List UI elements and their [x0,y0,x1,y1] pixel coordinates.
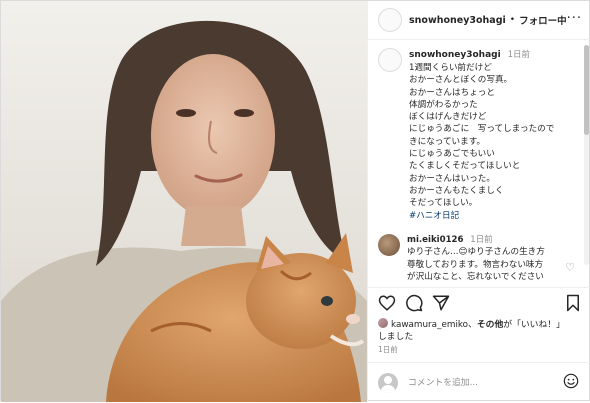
separator-dot: • [509,15,516,25]
likes-summary: kawamura_emiko、その他が「いいね！」 しました [378,318,583,343]
comment-item: mi.eiki0126 1日前 ゆり子さん…😊ゆり子さんの生き方 尊敬しておりま… [378,234,583,283]
comment-line: 尊敬しております。物言わない味方 [407,259,544,270]
comment-line: が沢山なこと、忘れないでください [407,271,544,282]
caption-line: 1週間くらい前だけど [409,63,492,73]
comment-icon[interactable] [405,294,423,312]
post-header: snowhoney3ohagi • フォロー中 ··· [368,1,590,40]
comment-time: 1日前 [470,235,493,245]
emoji-icon[interactable] [563,373,579,389]
author-avatar[interactable] [378,8,402,32]
caption-line: 体調がわるかった [409,99,478,110]
caption-line: にじゅうあごでもいい [409,149,495,160]
post-time[interactable]: 1日前 [378,344,398,355]
caption-line: きになっています。 [409,136,486,147]
caption-line: たくましくそだってほしいと [409,161,521,172]
caption: snowhoney3ohagi 1日前 1週間くらい前だけど おかーさんとぼくの… [378,48,589,222]
comment-like-heart-icon[interactable]: ♡ [565,261,575,274]
comments-panel[interactable]: snowhoney3ohagi 1日前 1週間くらい前だけど おかーさんとぼくの… [368,40,590,285]
caption-line: おかーさんとぼくの写真。 [409,75,513,86]
action-bar [368,287,590,318]
liker-avatar[interactable] [378,318,388,328]
comments-scrollbar[interactable] [584,45,589,265]
caption-text: 1週間くらい前だけど おかーさんとぼくの写真。 おかーさんはちょっと 体調がわる… [409,62,589,210]
post-photo[interactable] [1,1,367,402]
comment-line: ゆり子さん…😊ゆり子さんの生き方 [407,247,545,258]
instagram-post: snowhoney3ohagi • フォロー中 ··· snowhoney3oh… [0,0,590,402]
bookmark-icon[interactable] [564,294,582,312]
commenter-username[interactable]: mi.eiki0126 [407,235,464,245]
heart-icon[interactable] [378,294,396,312]
caption-line: ぼくはげんきだけど [409,112,487,123]
more-icon[interactable]: ··· [567,11,582,26]
add-comment-bar [368,362,590,403]
likes-suffix: が「いいね！」 [503,320,565,330]
caption-line: にじゅうあごに 写ってしまったので [409,124,555,135]
caption-username[interactable]: snowhoney3ohagi [409,50,501,60]
likes-suffix-2: しました [378,332,414,342]
caption-time: 1日前 [507,50,530,60]
commenter-avatar[interactable] [378,234,400,256]
author-username[interactable]: snowhoney3ohagi [409,15,506,26]
share-icon[interactable] [432,294,450,312]
hashtag-link[interactable]: #ハニオ日記 [409,210,589,222]
caption-line: おかーさんもたくましく [409,185,504,196]
following-button[interactable]: フォロー中 [519,13,567,27]
caption-line: そだってほしい。 [409,198,478,209]
caption-line: おかーさんはちょっと [409,87,495,98]
liker-username[interactable]: kawamura_emiko [391,320,468,330]
caption-line: おかーさんはいった。 [409,173,495,184]
photo-illustration [1,1,367,402]
post-sidebar: snowhoney3ohagi • フォロー中 ··· snowhoney3oh… [367,1,590,402]
viewer-avatar [378,373,398,393]
caption-avatar[interactable] [378,48,402,72]
likes-others-link[interactable]: その他 [477,320,503,330]
comment-input[interactable] [406,377,560,389]
likes-conj: 、 [468,320,477,330]
scrollbar-thumb[interactable] [584,45,589,135]
